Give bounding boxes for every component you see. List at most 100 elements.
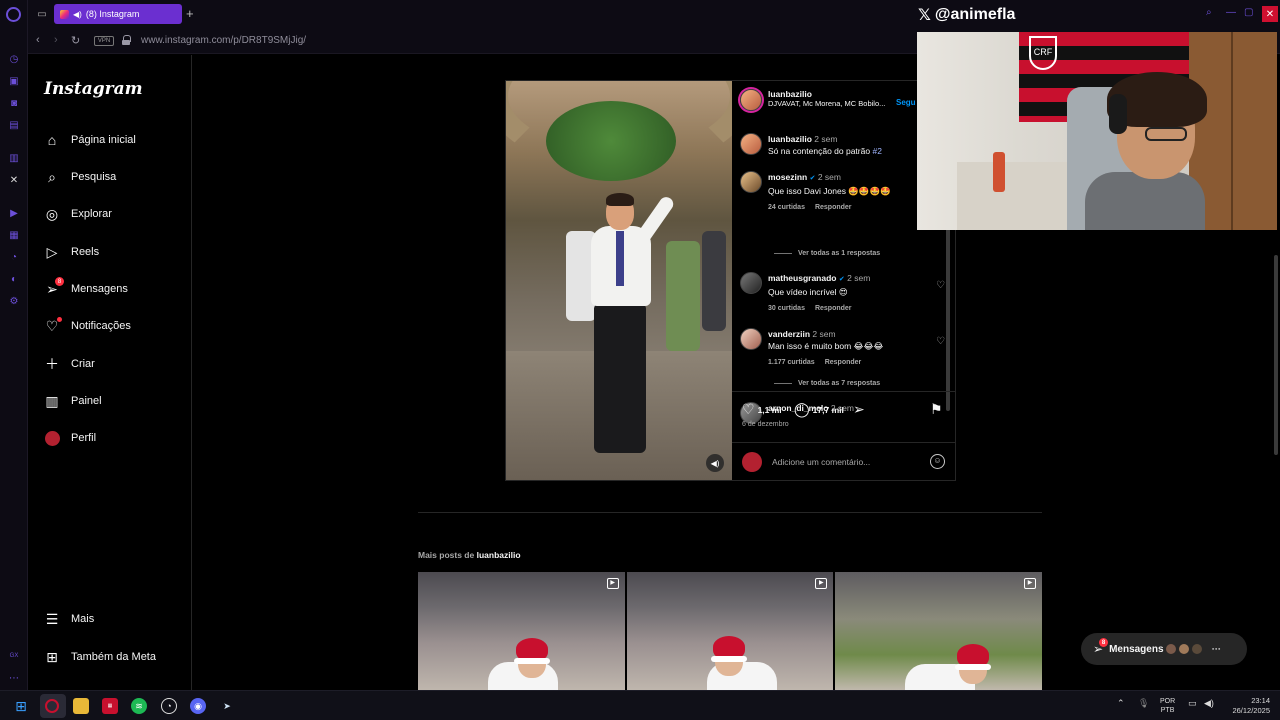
windows-start-icon[interactable]: ⊞ <box>13 698 29 714</box>
tab-instagram[interactable]: ◀) (8) Instagram <box>54 4 182 24</box>
steam-icon[interactable]: ➤ <box>219 698 235 714</box>
search-tabs-icon[interactable]: ⌕ <box>1206 7 1212 18</box>
instagram-icon[interactable]: ◙ <box>8 97 20 109</box>
player-icon[interactable]: ▶ <box>8 207 20 219</box>
new-tab-button[interactable]: + <box>186 6 194 21</box>
nav-explore[interactable]: ◎ Explorar <box>44 202 112 226</box>
comment-likes[interactable]: 24 curtidas <box>768 202 805 214</box>
more-posts-user[interactable]: luanbazilio <box>477 550 521 560</box>
vpn-badge[interactable]: VPN <box>94 36 114 46</box>
comment-username[interactable]: mosezinn <box>768 172 807 182</box>
nav-dashboard[interactable]: ▥ Painel <box>44 389 101 413</box>
github-icon[interactable]: ◔ <box>161 698 177 714</box>
like-comment-icon[interactable]: ♡ <box>936 280 945 291</box>
nav-more[interactable]: ☰ Mais <box>44 607 95 631</box>
comment-likes[interactable]: 30 curtidas <box>768 303 805 315</box>
keyboard-layout: PTB <box>1160 707 1175 714</box>
post-video[interactable]: ◀) <box>506 81 732 480</box>
share-button[interactable]: ➢ <box>853 401 865 418</box>
mute-icon[interactable]: ◀) <box>706 454 724 472</box>
close-window-icon[interactable]: ✕ <box>1262 6 1278 22</box>
audio-playing-icon[interactable]: ◀) <box>73 10 82 19</box>
like-button[interactable]: ♡ 1,1 mi <box>742 401 782 418</box>
lock-icon[interactable] <box>122 35 131 45</box>
more-icon[interactable]: ⋯ <box>8 672 20 684</box>
avatar[interactable] <box>740 133 762 155</box>
input-language[interactable]: POR PTB <box>1160 697 1175 715</box>
post-thumbnail[interactable]: ▶ <box>835 572 1043 690</box>
nav-home[interactable]: ⌂ Página inicial <box>44 128 136 152</box>
follow-button[interactable]: Segu <box>896 98 916 107</box>
reply-button[interactable]: Responder <box>815 202 852 214</box>
settings-icon[interactable]: ⚙ <box>8 295 20 307</box>
tab-title: (8) Instagram <box>85 9 140 19</box>
nav-messages[interactable]: ➢ 8 Mensagens <box>44 277 128 301</box>
discord-icon[interactable]: ◉ <box>190 698 206 714</box>
forward-icon[interactable]: › <box>54 34 58 46</box>
nav-search[interactable]: ⌕ Pesquisa <box>44 165 116 189</box>
post-thumbnail[interactable]: ▶ <box>418 572 625 690</box>
like-comment-icon[interactable]: ♡ <box>936 336 945 347</box>
nav-label: Pesquisa <box>71 171 117 183</box>
view-replies-button[interactable]: Ver todas as 1 respostas <box>774 250 880 257</box>
comment-username[interactable]: luanbazilio <box>768 134 812 144</box>
nav-also-from-meta[interactable]: ⊞ Também da Meta <box>44 645 156 669</box>
messenger-icon[interactable]: ▤ <box>8 119 20 131</box>
messages-floating-button[interactable]: ➢ 8 Mensagens ⋯ <box>1081 633 1247 665</box>
nav-create[interactable]: ＋ Criar <box>44 352 95 376</box>
audio-credit[interactable]: DJVAVAT, Mc Morena, MC Bobilo... <box>768 99 885 108</box>
discord-icon[interactable]: ◐ <box>8 273 20 285</box>
system-clock[interactable]: 23:14 26/12/2025 <box>1226 696 1270 716</box>
x-icon[interactable]: ✕ <box>8 174 20 186</box>
avatar[interactable] <box>740 328 762 350</box>
briefcase-icon[interactable]: ▣ <box>8 75 20 87</box>
tray-expand-icon[interactable]: ⌃ <box>1117 698 1125 709</box>
view-replies-button[interactable]: Ver todas as 7 respostas <box>774 380 880 387</box>
hashtag-link[interactable]: #2 <box>872 146 881 156</box>
comments-scrollbar[interactable] <box>946 221 950 411</box>
comment-username[interactable]: vanderziin <box>768 329 810 339</box>
opera-gx-icon[interactable] <box>45 699 59 713</box>
tab-island-icon[interactable]: ▭ <box>36 8 48 20</box>
reload-icon[interactable]: ↻ <box>71 34 80 47</box>
chat-icon[interactable]: ◔ <box>8 251 20 263</box>
network-icon[interactable]: ▭ <box>1188 698 1197 709</box>
add-comment-input[interactable]: Adicione um comentário... <box>772 457 870 467</box>
reply-button[interactable]: Responder <box>815 303 852 315</box>
comment-text: Que vídeo incrível 😍 <box>768 287 848 297</box>
minimize-icon[interactable]: — <box>1226 7 1236 18</box>
webcam-feed: CRF <box>917 32 1277 230</box>
post-thumbnail[interactable]: ▶ <box>626 572 834 690</box>
nav-notifications[interactable]: ♡ Notificações <box>44 314 131 338</box>
opera-gx-logo-icon[interactable] <box>6 7 21 22</box>
avatar[interactable] <box>740 171 762 193</box>
gaming-icon[interactable]: ▦ <box>8 229 20 241</box>
volume-icon[interactable]: ◀) <box>1204 698 1214 709</box>
maximize-icon[interactable]: ▢ <box>1244 7 1253 18</box>
twitch-icon[interactable]: ▥ <box>8 152 20 164</box>
page-scrollbar[interactable] <box>1274 255 1278 455</box>
gx-control-icon[interactable]: GX <box>8 650 20 662</box>
instagram-logo[interactable]: Instagram <box>44 79 143 99</box>
voice-app-icon[interactable]: ▦ <box>102 698 118 714</box>
spotify-icon[interactable]: ≋ <box>131 698 147 714</box>
comment-time: 2 sem <box>847 273 871 283</box>
file-explorer-icon[interactable] <box>73 698 89 714</box>
emoji-icon[interactable]: ☺ <box>930 454 945 469</box>
back-icon[interactable]: ‹ <box>36 34 40 46</box>
microphone-icon[interactable]: 🎙 <box>1138 698 1149 709</box>
comment-likes[interactable]: 1.177 curtidas <box>768 357 815 369</box>
avatar[interactable] <box>740 272 762 294</box>
history-icon[interactable]: ◷ <box>8 53 20 65</box>
reel-icon: ▶ <box>606 578 619 589</box>
save-button[interactable]: ⚑ <box>930 401 943 418</box>
nav-profile[interactable]: Perfil <box>44 426 96 450</box>
comment-username[interactable]: matheusgranado <box>768 273 837 283</box>
author-username[interactable]: luanbazilio <box>768 89 885 99</box>
comment-button[interactable]: ◯ 17,7 mil <box>794 401 844 418</box>
nav-reels[interactable]: ▷ Reels <box>44 240 100 264</box>
comments-count: 17,7 mil <box>812 404 844 415</box>
reply-button[interactable]: Responder <box>825 357 862 369</box>
author-avatar[interactable] <box>740 89 762 111</box>
url-field[interactable]: www.instagram.com/p/DR8T9SMjJig/ <box>141 35 306 46</box>
